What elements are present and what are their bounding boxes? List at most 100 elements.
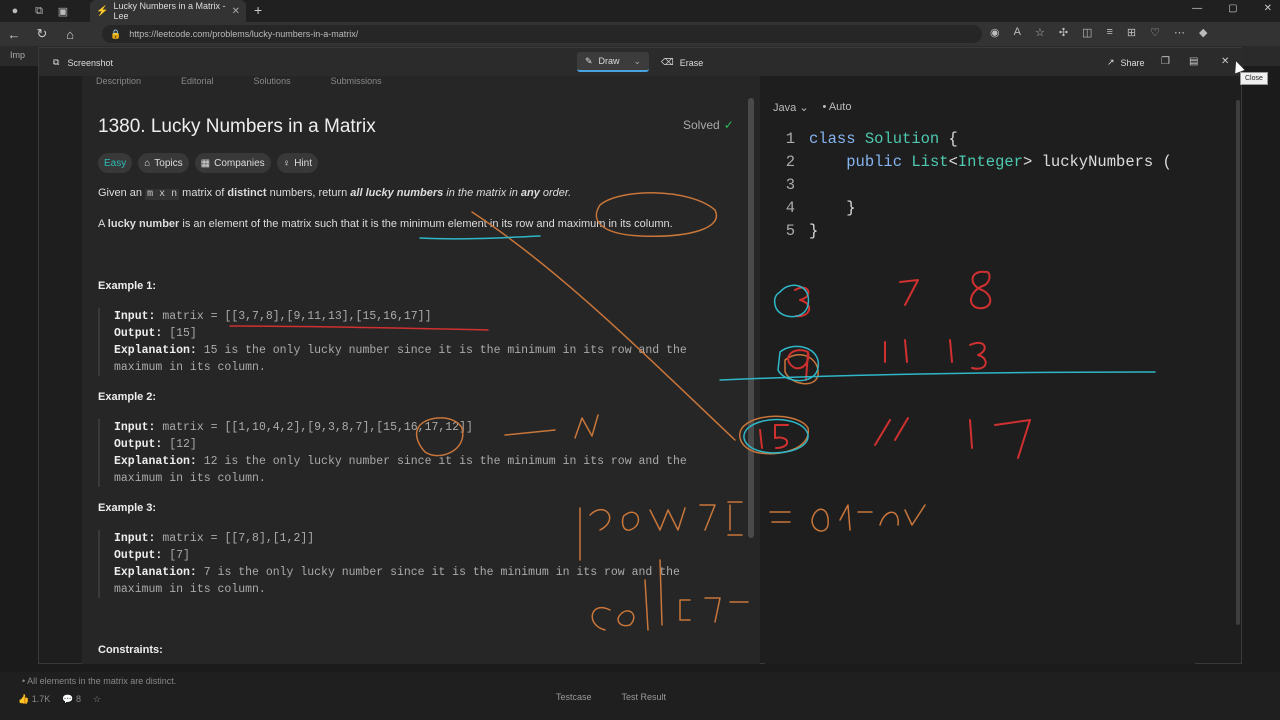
- lightbulb-icon: ♀: [282, 157, 291, 169]
- topics-chip[interactable]: ⌂ Topics: [138, 153, 189, 173]
- description-panel: Description Editorial Solutions Submissi…: [82, 76, 760, 664]
- tab-test-result[interactable]: Test Result: [622, 692, 667, 702]
- like-icon[interactable]: 👍 1.7K: [18, 694, 50, 705]
- tab-description[interactable]: Description: [96, 76, 141, 88]
- tab-solutions[interactable]: Solutions: [254, 76, 291, 88]
- favorite-star-icon[interactable]: ☆: [1035, 26, 1045, 39]
- example-1-block: Input: matrix = [[3,7,8],[9,11,13],[15,1…: [98, 308, 738, 376]
- code-scrollbar[interactable]: [1236, 100, 1240, 625]
- description-tabs: Description Editorial Solutions Submissi…: [96, 76, 382, 88]
- lock-icon: 🔒: [110, 28, 122, 39]
- extensions-puzzle-icon[interactable]: ✣: [1059, 26, 1068, 39]
- para1-text-a: Given an: [98, 187, 146, 199]
- line-number: 3: [785, 176, 795, 194]
- url-field[interactable]: 🔒 https://leetcode.com/problems/lucky-nu…: [102, 25, 982, 43]
- comment-icon[interactable]: 💬 8: [62, 694, 81, 705]
- browser-toolbar: ◉ A ☆ ✣ ◫ ≡ ⊞ ♡ ⋯ ◆: [990, 26, 1207, 39]
- code-line[interactable]: 3: [765, 174, 1172, 197]
- para1-text-h: order.: [539, 187, 572, 199]
- code-lines[interactable]: 1 class Solution {2 public List<Integer> …: [765, 128, 1172, 243]
- check-circle-icon: ✓: [723, 118, 734, 132]
- maximize-icon[interactable]: ▢: [1228, 3, 1237, 14]
- minimize-icon[interactable]: —: [1192, 3, 1202, 14]
- favorites-icon[interactable]: ≡: [1106, 26, 1112, 39]
- star-icon[interactable]: ☆: [93, 694, 101, 705]
- auto-mode[interactable]: • Auto: [823, 101, 852, 114]
- code-token: }: [809, 199, 856, 217]
- example-input: matrix = [[3,7,8],[9,11,13],[15,16,17]]: [162, 310, 432, 323]
- code-token: }: [809, 222, 819, 240]
- topics-label: Topics: [154, 157, 183, 169]
- code-token: public: [846, 153, 912, 171]
- save-icon[interactable]: ▤: [1189, 56, 1198, 67]
- read-aloud-icon[interactable]: A: [1014, 26, 1021, 39]
- language-select[interactable]: Java ⌄: [773, 101, 809, 114]
- draw-label: Draw: [598, 56, 620, 66]
- description-scrollbar[interactable]: [748, 98, 754, 538]
- output-label: Output:: [114, 327, 163, 340]
- code-line[interactable]: 1 class Solution {: [765, 128, 1172, 151]
- para2-text-a: A: [98, 218, 108, 230]
- extension-icon[interactable]: ◉: [990, 26, 1000, 39]
- para1-any: any: [520, 187, 540, 199]
- share-button[interactable]: ↗ Share: [1107, 57, 1145, 68]
- tab-editorial[interactable]: Editorial: [181, 76, 214, 88]
- code-text: class Solution {: [809, 128, 958, 151]
- example-output: [15]: [169, 327, 197, 340]
- pen-icon: ✎: [585, 55, 593, 66]
- browser-tab[interactable]: ⚡ Lucky Numbers in a Matrix - Lee ✕: [90, 0, 246, 22]
- workspaces-icon[interactable]: ⧉: [30, 2, 48, 20]
- draw-button[interactable]: ✎ Draw ⌄: [577, 52, 649, 72]
- chevron-down-icon[interactable]: ⌄: [633, 56, 641, 67]
- code-text: public List<Integer> luckyNumbers (: [809, 151, 1172, 174]
- solved-label: Solved: [683, 118, 720, 132]
- code-line[interactable]: 4 }: [765, 197, 1172, 220]
- code-editor-header: Java ⌄ • Auto: [773, 101, 851, 114]
- code-text: }: [809, 220, 818, 243]
- new-tab-icon[interactable]: +: [254, 2, 262, 18]
- erase-button[interactable]: ⌫ Erase: [661, 57, 703, 68]
- example-output: [12]: [169, 438, 197, 451]
- code-line[interactable]: 5}: [765, 220, 1172, 243]
- explanation-label: Explanation:: [114, 455, 197, 468]
- copy-icon[interactable]: ❐: [1161, 56, 1170, 67]
- companies-chip[interactable]: ▦ Companies: [194, 153, 271, 173]
- bookmark-item[interactable]: Imp: [10, 50, 25, 60]
- copilot-icon[interactable]: ◆: [1199, 26, 1207, 39]
- difficulty-badge: Easy: [98, 153, 133, 173]
- share-icon: ↗: [1107, 57, 1115, 67]
- eraser-icon: ⌫: [661, 57, 674, 67]
- example-explanation-cont: maximum in its column.: [114, 583, 266, 596]
- chevron-down-icon: ⌄: [799, 102, 809, 114]
- tab-actions-icon[interactable]: ▣: [54, 2, 72, 20]
- tab-submissions[interactable]: Submissions: [331, 76, 382, 88]
- code-token: {: [939, 130, 958, 148]
- back-icon[interactable]: ←: [0, 27, 28, 42]
- example-explanation: 7 is the only lucky number since it is t…: [203, 566, 680, 579]
- profile-icon[interactable]: ●: [6, 2, 24, 20]
- code-token: <: [948, 153, 958, 171]
- example-input: matrix = [[1,10,4,2],[9,3,8,7],[15,16,17…: [162, 421, 473, 434]
- tab-testcase[interactable]: Testcase: [556, 692, 592, 702]
- line-number: 1: [785, 130, 795, 148]
- code-line[interactable]: 2 public List<Integer> luckyNumbers (: [765, 151, 1172, 174]
- close-icon[interactable]: ✕: [1221, 56, 1229, 67]
- refresh-icon[interactable]: ↻: [28, 26, 56, 42]
- window-close-icon[interactable]: ✕: [1264, 3, 1272, 14]
- example-2-heading: Example 2:: [98, 391, 157, 403]
- collections-icon[interactable]: ⊞: [1127, 26, 1136, 39]
- close-tab-icon[interactable]: ✕: [232, 6, 240, 17]
- example-3-heading: Example 3:: [98, 502, 157, 514]
- para2-lucky-number: lucky number: [107, 218, 180, 230]
- erase-label: Erase: [679, 57, 704, 68]
- screenshot-title-text: Screenshot: [67, 57, 113, 68]
- split-screen-icon[interactable]: ◫: [1082, 26, 1092, 39]
- example-3-block: Input: matrix = [[7,8],[1,2]] Output: [7…: [98, 530, 738, 598]
- home-icon[interactable]: ⌂: [56, 27, 84, 42]
- hint-chip[interactable]: ♀ Hint: [276, 153, 318, 173]
- code-token: List: [911, 153, 949, 171]
- more-icon[interactable]: ⋯: [1174, 26, 1185, 39]
- constraint-text: All elements in the matrix are distinct.: [27, 676, 177, 686]
- browser-essentials-icon[interactable]: ♡: [1150, 26, 1160, 39]
- para1-distinct: distinct: [227, 187, 267, 199]
